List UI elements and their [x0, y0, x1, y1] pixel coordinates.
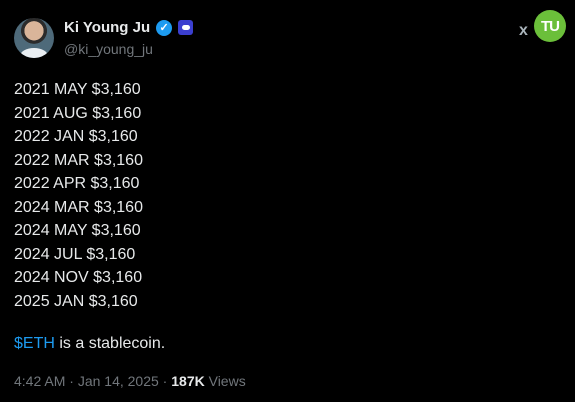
tweet-meta: 4:42 AM · Jan 14, 2025 · 187K Views [14, 373, 246, 389]
tweet-line: 2022 MAR $3,160 [14, 151, 143, 169]
tweet-line: 2024 MAR $3,160 [14, 198, 143, 216]
avatar[interactable] [14, 18, 54, 58]
tweet-line: 2025 JAN $3,160 [14, 292, 138, 310]
tweet-line: 2021 MAY $3,160 [14, 81, 141, 98]
affiliation-badge-icon[interactable] [178, 20, 194, 35]
meta-separator: · [158, 373, 172, 389]
tweet-line: 2022 APR $3,160 [14, 175, 140, 192]
author-handle[interactable]: @ki_young_ju [64, 41, 153, 57]
views-count[interactable]: 187K [171, 373, 204, 389]
tweet-line: 2024 MAY $3,160 [14, 222, 141, 239]
closing-text: is a stablecoin. [54, 335, 166, 352]
tweet-line: 2024 NOV $3,160 [14, 269, 143, 286]
watermark-logo: TU [534, 10, 566, 42]
tweet-closing-line: $ETH is a stablecoin. [14, 335, 165, 353]
cashtag-link[interactable]: $ETH [14, 335, 55, 352]
tweet-line: 2021 AUG $3,160 [14, 104, 142, 122]
tweet-line: 2022 JAN $3,160 [14, 128, 138, 145]
meta-separator: · [65, 373, 78, 389]
x-logo-icon: x [519, 22, 528, 39]
author-display-name[interactable]: Ki Young Ju [64, 19, 150, 36]
tweet-time[interactable]: 4:42 AM [14, 373, 65, 389]
name-row: Ki Young Ju ✓ [64, 19, 194, 36]
verified-badge-icon: ✓ [156, 19, 173, 36]
tweet-body: 2021 MAY $3,160 2021 AUG $3,160 2022 JAN… [14, 78, 143, 313]
tweet-line: 2024 JUL $3,160 [14, 245, 136, 263]
tweet-header: Ki Young Ju ✓ @ki_young_ju [14, 14, 554, 64]
tweet-date[interactable]: Jan 14, 2025 [78, 373, 159, 389]
views-label: Views [204, 373, 246, 389]
